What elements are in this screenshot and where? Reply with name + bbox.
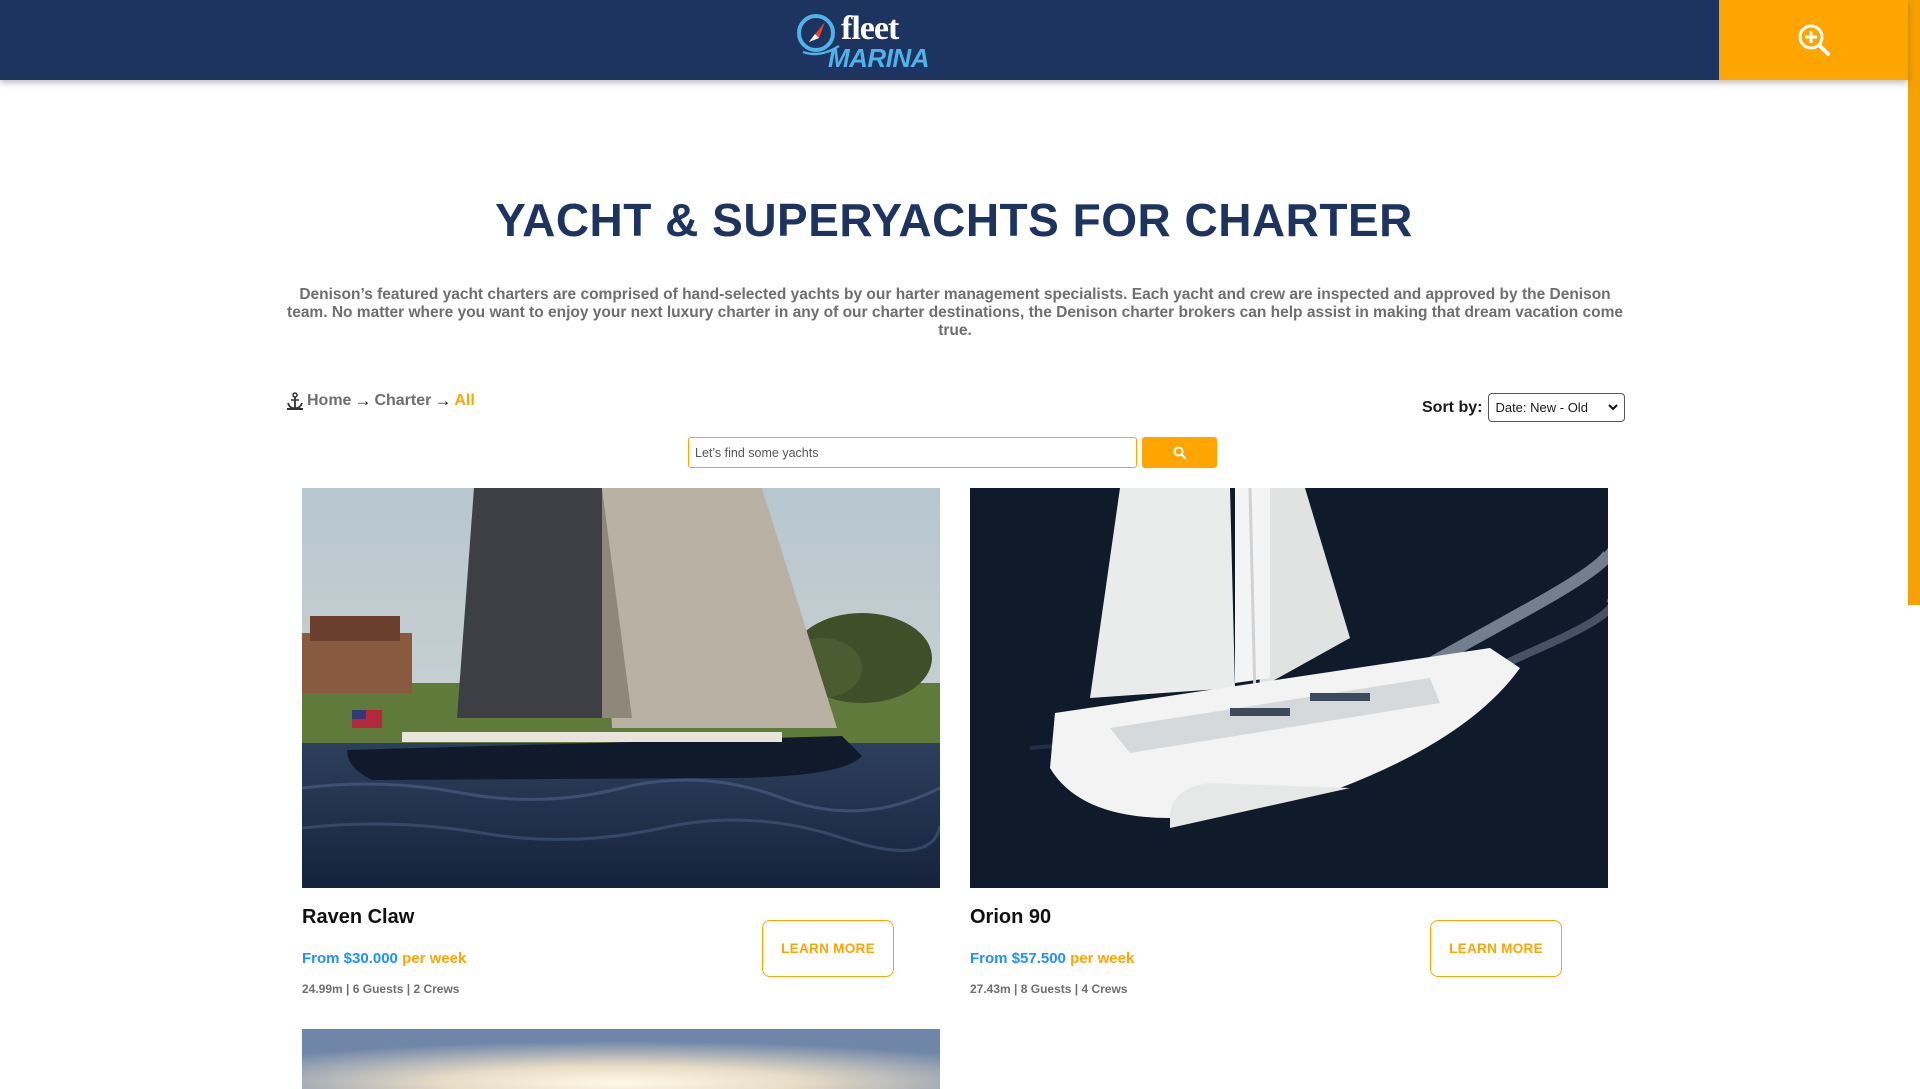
learn-more-button[interactable]: LEARN MORE [762, 920, 894, 977]
arrow-right-icon: → [354, 391, 372, 410]
price-period: per week [1070, 950, 1135, 967]
header-search-button[interactable] [1719, 0, 1908, 80]
site-header: fleet MARINA [0, 0, 1908, 80]
zoom-in-icon [1798, 24, 1830, 56]
yacht-search-bar: Let’s find some yachts [688, 437, 1217, 468]
arrow-right-icon: → [434, 391, 452, 410]
learn-more-button[interactable]: LEARN MORE [1430, 920, 1562, 977]
page-intro: Denison’s featured yacht charters are co… [287, 286, 1623, 339]
breadcrumb-charter[interactable]: Charter [374, 392, 431, 410]
sort-label: Sort by: [1422, 398, 1483, 416]
breadcrumb: Home → Charter → All [286, 391, 475, 411]
search-submit-button[interactable] [1142, 437, 1217, 468]
breadcrumb-current[interactable]: All [454, 392, 474, 410]
logo-word-marina: MARINA [828, 43, 930, 73]
yacht-card: Raven Claw From $30.000 per week 24.99m … [302, 488, 942, 996]
price-amount-prefix: From [302, 950, 340, 967]
yacht-price: From $57.500 per week [970, 950, 1134, 967]
price-period: per week [402, 950, 467, 967]
yacht-photo-sailboat[interactable] [302, 488, 940, 888]
yacht-specs: 24.99m | 6 Guests | 2 Crews [302, 982, 460, 996]
yacht-name[interactable]: Orion 90 [970, 906, 1051, 929]
yacht-photo-catamaran[interactable] [970, 488, 1608, 888]
price-amount: $30.000 [343, 950, 398, 967]
price-amount: $57.500 [1011, 950, 1066, 967]
yacht-search-input[interactable]: Let’s find some yachts [688, 437, 1137, 468]
price-amount-prefix: From [970, 950, 1008, 967]
yacht-specs: 27.43m | 8 Guests | 4 Crews [970, 982, 1128, 996]
breadcrumb-home[interactable]: Home [307, 392, 351, 410]
chevron-down-icon [1608, 404, 1619, 411]
sort-selected-value: Date: New - Old [1495, 400, 1588, 415]
yacht-photo-partial[interactable] [302, 1029, 940, 1089]
fleet-marina-logo[interactable]: fleet MARINA [795, 8, 930, 73]
page-title: YACHT & SUPERYACHTS FOR CHARTER [495, 194, 1413, 246]
search-icon [1173, 446, 1186, 459]
yacht-card: Orion 90 From $57.500 per week 27.43m | … [970, 488, 1610, 996]
search-placeholder: Let’s find some yachts [695, 445, 819, 460]
yacht-price: From $30.000 per week [302, 950, 466, 967]
sort-control: Sort by: Date: New - Old [1422, 393, 1626, 422]
scrollbar-thumb[interactable] [1908, 0, 1920, 605]
anchor-icon [287, 392, 303, 410]
scrollbar[interactable] [1908, 0, 1920, 1080]
yacht-name[interactable]: Raven Claw [302, 906, 414, 929]
sort-select[interactable]: Date: New - Old [1488, 393, 1626, 422]
